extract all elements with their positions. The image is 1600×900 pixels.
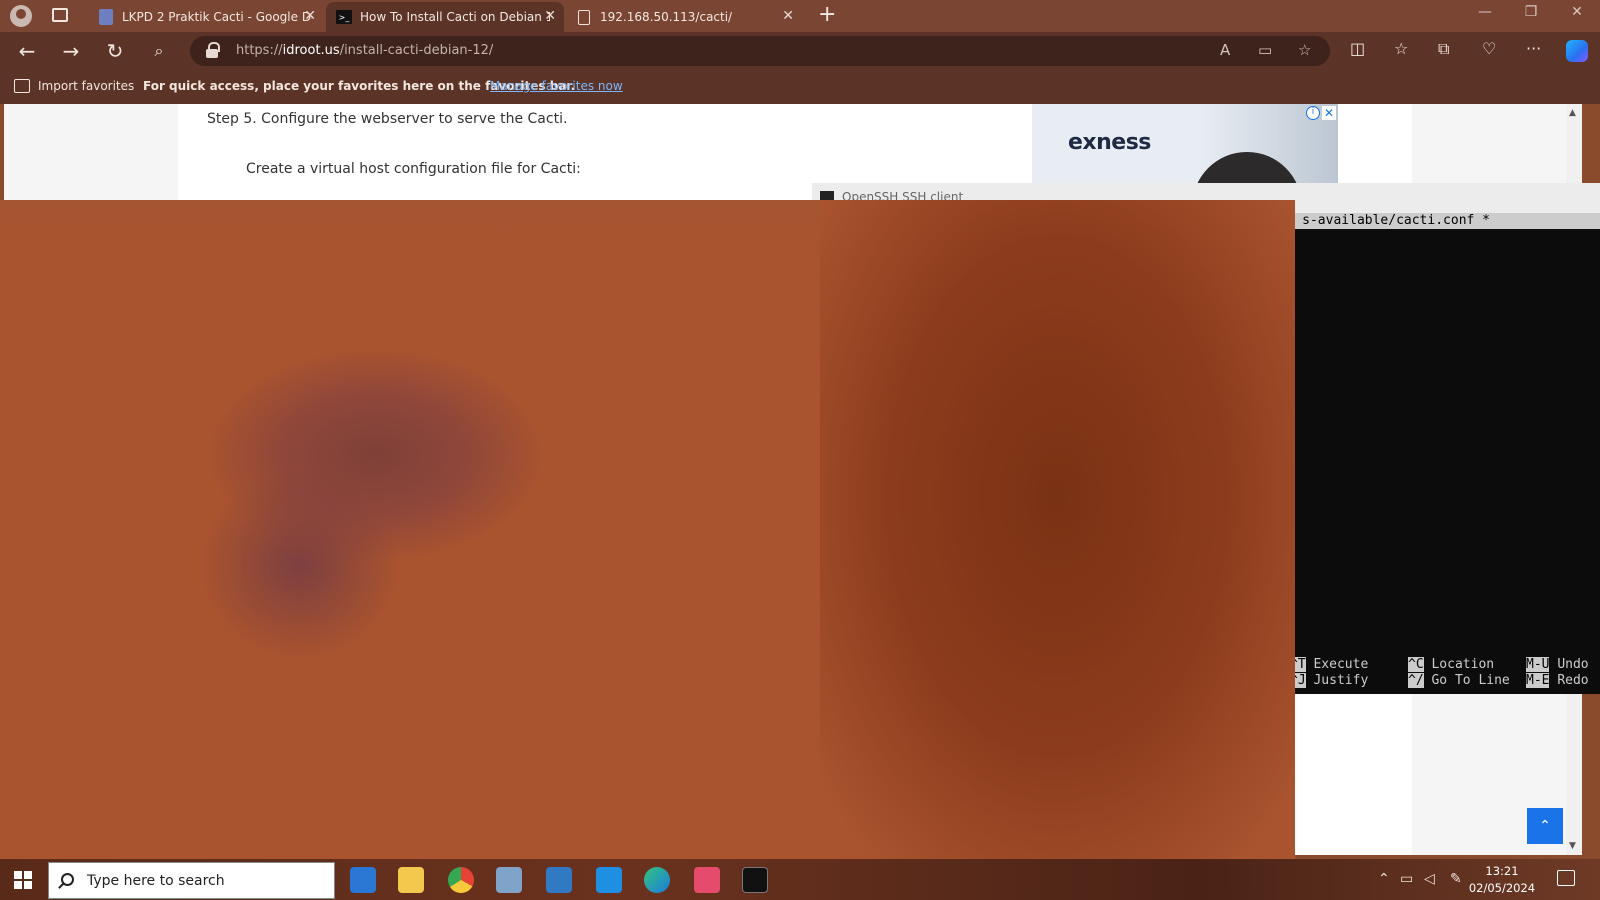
refresh-icon[interactable]: ↻ [102, 38, 128, 64]
clock-time: 13:21 [1485, 864, 1519, 878]
search-icon [61, 873, 74, 886]
shortcut-execute: ^T Execute [1290, 657, 1369, 672]
back-icon[interactable]: ← [14, 38, 40, 64]
terminal-icon: >_ [336, 9, 352, 25]
app-icon[interactable] [694, 867, 720, 893]
restore-button[interactable]: ❐ [1516, 4, 1546, 20]
wireshark-icon[interactable] [546, 867, 572, 893]
scroll-up-icon[interactable]: ▲ [1569, 108, 1576, 118]
read-aloud-icon[interactable]: A [1220, 41, 1230, 59]
profile-avatar[interactable] [10, 5, 32, 27]
ad-brand: exness [1068, 130, 1151, 155]
pen-icon[interactable]: ✎ [1450, 871, 1462, 887]
taskbar: Type here to search ⌃ ▭ ◁ ✎ 13:21 02/05/… [0, 859, 1600, 900]
search-placeholder: Type here to search [87, 873, 225, 889]
copilot-icon[interactable] [1566, 40, 1588, 62]
tab-title: How To Install Cacti on Debian 1. [360, 10, 550, 24]
shortcut-undo: M-U Undo [1526, 657, 1589, 672]
page-icon [576, 9, 592, 25]
tab-cacti-ip[interactable]: 192.168.50.113/cacti/ ✕ [566, 2, 802, 32]
close-icon[interactable]: ✕ [782, 8, 794, 24]
tab-lkpd[interactable]: LKPD 2 Praktik Cacti - Google Dc ✕ [88, 2, 324, 32]
back-to-top-button[interactable]: ⌃ [1527, 808, 1563, 844]
tab-how-to-install-cacti[interactable]: >_ How To Install Cacti on Debian 1. ✕ [326, 2, 564, 32]
browser-essentials-icon[interactable]: ♡ [1482, 39, 1496, 58]
mail-icon[interactable] [350, 867, 376, 893]
import-favorites-button[interactable]: Import favorites [14, 79, 134, 93]
close-icon[interactable]: ✕ [304, 8, 316, 24]
ad-close-icon[interactable]: ✕ [1322, 106, 1336, 120]
close-icon[interactable]: ✕ [544, 8, 556, 24]
virtualbox-icon[interactable] [496, 867, 522, 893]
shortcut-go-to-line: ^/ Go To Line [1408, 673, 1510, 688]
forward-icon[interactable]: → [58, 38, 84, 64]
windows-start-icon[interactable] [14, 871, 32, 889]
desktop-wallpaper-overlay [0, 200, 1295, 859]
more-icon[interactable]: ··· [1526, 39, 1541, 58]
minimize-button[interactable]: — [1470, 4, 1500, 20]
address-bar[interactable]: https://idroot.us/install-cacti-debian-1… [190, 36, 1330, 66]
network-icon[interactable]: ▭ [1400, 871, 1413, 887]
show-hidden-icons-icon[interactable]: ⌃ [1378, 871, 1390, 887]
scroll-down-icon[interactable]: ▼ [1569, 841, 1576, 851]
chrome-icon[interactable] [448, 867, 474, 893]
overlay-dark-region [820, 200, 1295, 859]
favorite-star-icon[interactable]: ☆ [1298, 41, 1311, 59]
collections-icon[interactable]: ⧉ [1438, 39, 1449, 59]
favorites-bar: Import favorites For quick access, place… [0, 70, 1600, 104]
import-favorites-label: Import favorites [38, 79, 135, 93]
import-icon [14, 79, 30, 93]
tab-strip: LKPD 2 Praktik Cacti - Google Dc ✕ >_ Ho… [0, 0, 1600, 32]
shortcut-redo: M-E Redo [1526, 673, 1589, 688]
tab-title: 192.168.50.113/cacti/ [600, 10, 733, 24]
favorites-icon[interactable]: ☆ [1394, 39, 1408, 58]
shortcut-location: ^C Location [1408, 657, 1495, 672]
notification-icon[interactable] [1557, 870, 1575, 886]
tab-actions-icon[interactable] [52, 8, 68, 22]
tab-title: LKPD 2 Praktik Cacti - Google Dc [122, 10, 312, 24]
google-docs-icon [98, 9, 114, 25]
split-screen-icon[interactable]: ◫ [1350, 39, 1365, 58]
url-text[interactable]: https://idroot.us/install-cacti-debian-1… [236, 43, 493, 58]
terminal-icon[interactable] [742, 867, 768, 893]
volume-muted-icon[interactable]: ◁ [1424, 871, 1435, 887]
search-icon[interactable]: ⌕ [146, 38, 172, 64]
screen: LKPD 2 Praktik Cacti - Google Dc ✕ >_ Ho… [0, 0, 1600, 900]
edge-icon[interactable] [644, 867, 670, 893]
manage-favorites-link[interactable]: Manage favorites now [490, 79, 623, 93]
browser-toolbar: ← → ↻ ⌕ https://idroot.us/install-cacti-… [0, 32, 1600, 70]
vscode-icon[interactable] [596, 867, 622, 893]
ad-info-icon[interactable]: i [1306, 106, 1320, 120]
new-tab-button[interactable]: + [818, 3, 836, 27]
shortcut-justify: ^J Justify [1290, 673, 1369, 688]
taskbar-search[interactable]: Type here to search [48, 862, 335, 899]
lock-icon[interactable] [206, 42, 220, 58]
instruction-text: Create a virtual host configuration file… [246, 161, 581, 177]
clock[interactable]: 13:21 02/05/2024 [1468, 863, 1536, 897]
clock-date: 02/05/2024 [1468, 881, 1536, 895]
close-window-button[interactable]: ✕ [1562, 4, 1592, 20]
step-heading: Step 5. Configure the webserver to serve… [207, 111, 568, 127]
advertisement[interactable]: exness i ✕ [1032, 104, 1338, 222]
immersive-reader-icon[interactable]: ▭ [1258, 41, 1272, 59]
overlay-blob [200, 470, 400, 660]
file-explorer-icon[interactable] [398, 867, 424, 893]
